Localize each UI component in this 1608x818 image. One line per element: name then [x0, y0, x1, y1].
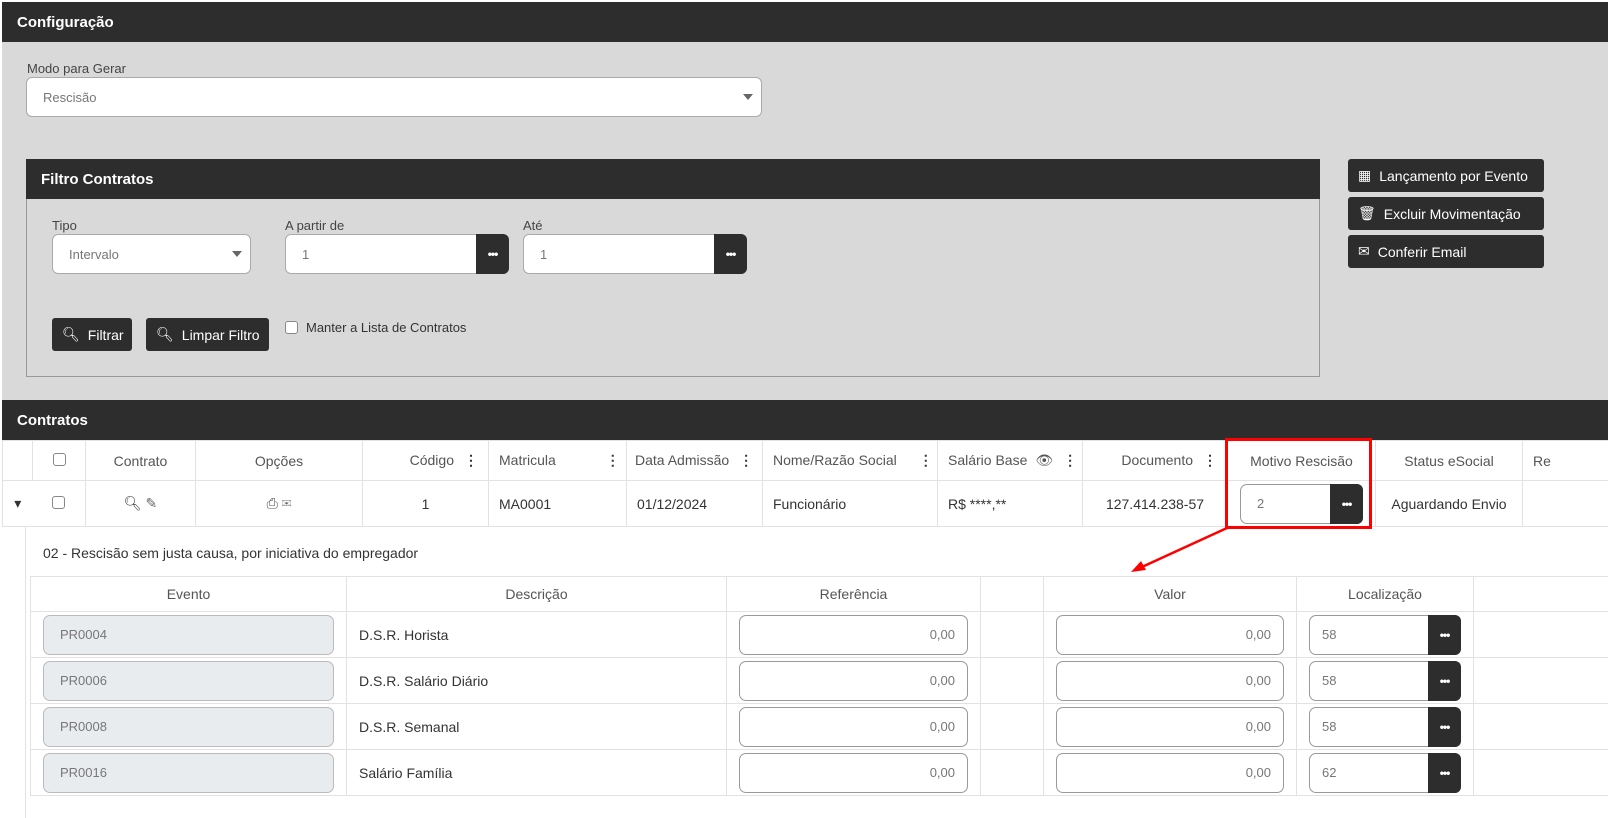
localizacao-input[interactable]: 58 •••	[1309, 706, 1461, 747]
trash-icon[interactable]: 🗑︎	[1473, 749, 1608, 796]
localizacao-input[interactable]: 58 •••	[1309, 660, 1461, 701]
valor-input[interactable]: 0,00	[1056, 614, 1284, 655]
evento-input: PR0006	[43, 660, 334, 701]
evento-input: PR0008	[43, 706, 334, 747]
trash-icon[interactable]: 🗑︎	[1473, 657, 1608, 704]
eventos-col: Valor	[1043, 576, 1297, 612]
table-row: PR0016 Salário Família 0,00 0,00 62••• 🗑…	[30, 749, 1608, 796]
eventos-col: Localização	[1296, 576, 1474, 612]
detail-border	[25, 527, 26, 818]
evento-input: PR0004	[43, 614, 334, 655]
more-icon[interactable]: •••	[1428, 660, 1461, 701]
localizacao-input[interactable]: 62 •••	[1309, 752, 1461, 793]
referencia-input[interactable]: 0,00	[739, 706, 968, 747]
eventos-col: Descrição	[346, 576, 727, 612]
referencia-input[interactable]: 0,00	[739, 660, 968, 701]
trash-icon[interactable]: 🗑︎	[1473, 611, 1608, 658]
valor-input[interactable]: 0,00	[1056, 706, 1284, 747]
evento-input: PR0016	[43, 752, 334, 793]
localizacao-input[interactable]: 58 •••	[1309, 614, 1461, 655]
table-row: PR0006 D.S.R. Salário Diário 0,00 0,00 5…	[30, 657, 1608, 704]
more-icon[interactable]: •••	[1428, 614, 1461, 655]
descricao-cell: D.S.R. Salário Diário	[346, 657, 727, 704]
descricao-cell: Salário Família	[346, 749, 727, 796]
referencia-input[interactable]: 0,00	[739, 614, 968, 655]
referencia-input[interactable]: 0,00	[739, 752, 968, 793]
valor-input[interactable]: 0,00	[1056, 752, 1284, 793]
valor-input[interactable]: 0,00	[1056, 660, 1284, 701]
descricao-cell: D.S.R. Semanal	[346, 703, 727, 750]
more-icon[interactable]: •••	[1428, 752, 1461, 793]
more-icon[interactable]: •••	[1428, 706, 1461, 747]
trash-icon[interactable]: 🗑︎	[1473, 703, 1608, 750]
eventos-table: Evento Descrição Referência Valor Localizaçã…	[30, 576, 1608, 796]
table-row: PR0004 D.S.R. Horista 0,00 0,00 58••• 🗑︎	[30, 611, 1608, 658]
descricao-cell: D.S.R. Horista	[346, 611, 727, 658]
eventos-col: Evento	[30, 576, 347, 612]
eventos-col	[980, 576, 1044, 612]
eventos-col: Referência	[726, 576, 981, 612]
table-row: PR0008 D.S.R. Semanal 0,00 0,00 58••• 🗑︎	[30, 703, 1608, 750]
eventos-col: Exc	[1473, 576, 1608, 612]
motivo-description: 02 - Rescisão sem justa causa, por inici…	[43, 545, 419, 561]
